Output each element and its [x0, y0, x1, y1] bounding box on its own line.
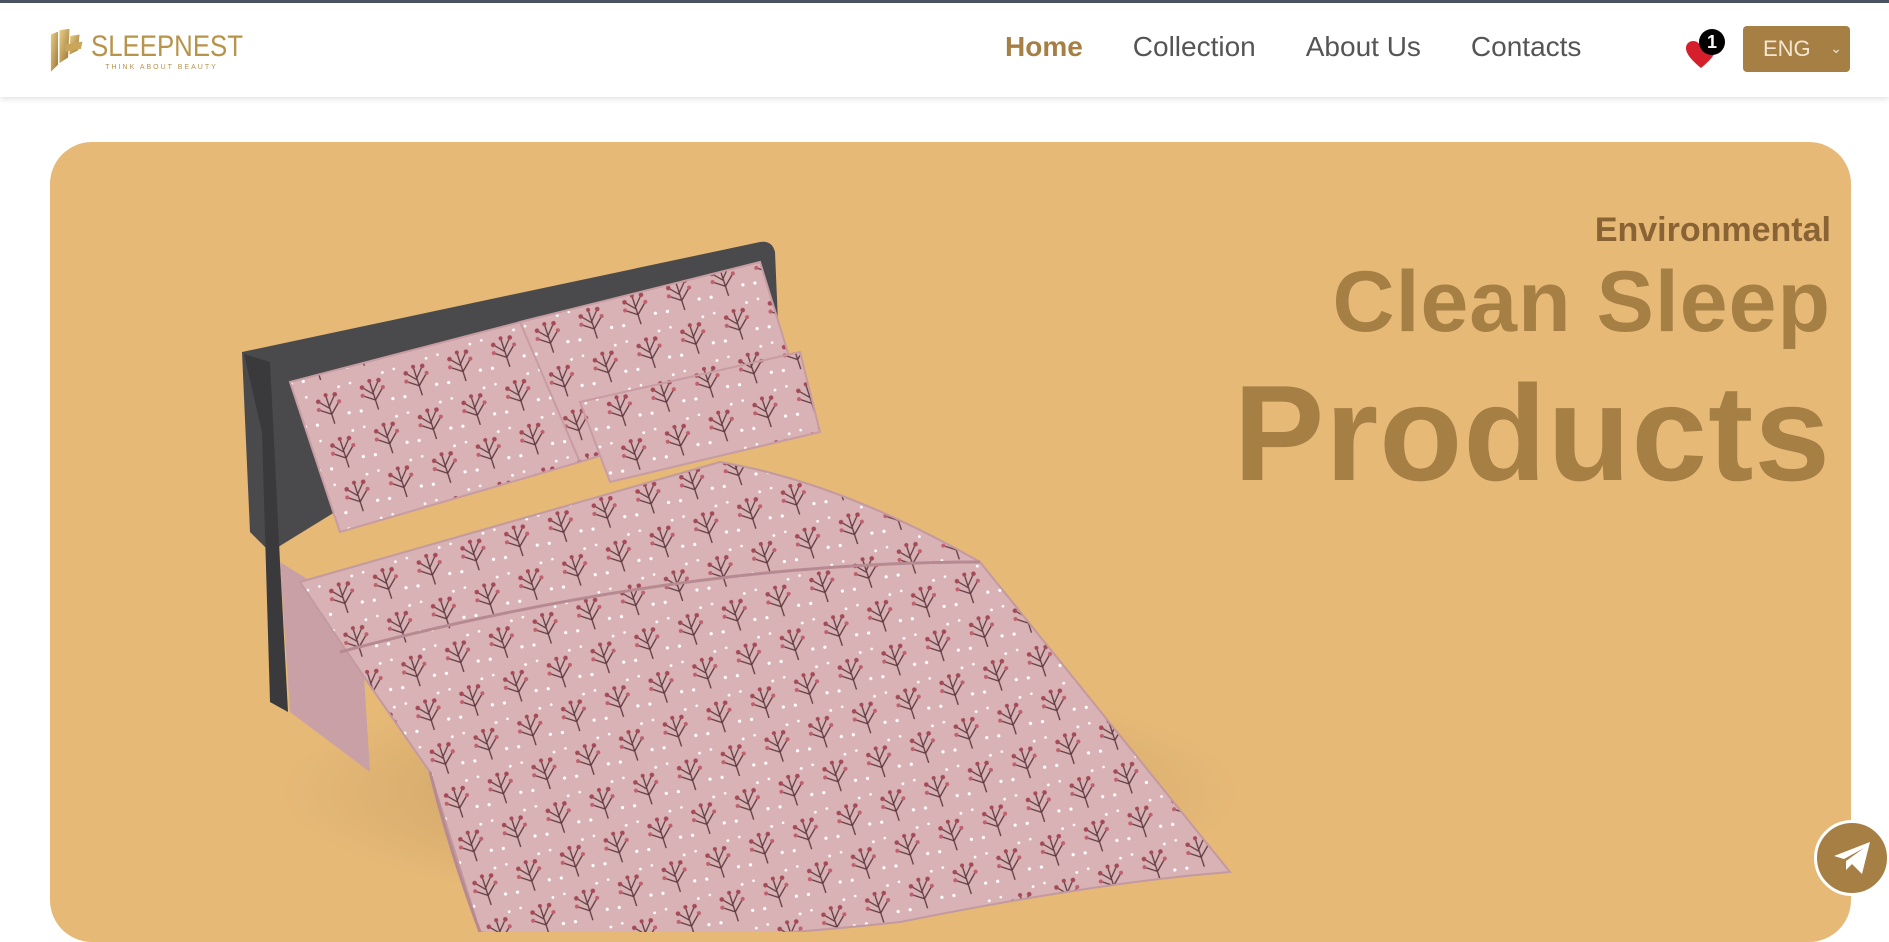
hero-banner: Environmental Clean Sleep Products: [50, 142, 1851, 942]
nav-collection[interactable]: Collection: [1133, 31, 1256, 63]
brand-name: SLEEPNEST: [91, 29, 244, 63]
hero-headline-group: Environmental Clean Sleep Products: [1234, 210, 1831, 508]
hero-title-line2: Products: [1233, 357, 1831, 509]
telegram-icon: [1834, 842, 1870, 874]
language-selected: ENG: [1763, 36, 1811, 61]
logo-text-group: SLEEPNEST THINK ABOUT BEAUTY: [91, 29, 268, 71]
site-header: SLEEPNEST THINK ABOUT BEAUTY Home Collec…: [0, 3, 1889, 97]
bed-product-image: [242, 241, 1240, 932]
brand-logo[interactable]: SLEEPNEST THINK ABOUT BEAUTY: [48, 19, 268, 83]
telegram-button[interactable]: [1814, 820, 1889, 896]
favorites-button[interactable]: 1: [1686, 29, 1730, 75]
nav-contacts[interactable]: Contacts: [1471, 31, 1582, 63]
main-nav: Home Collection About Us Contacts: [1005, 31, 1581, 63]
hero-eyebrow: Environmental: [1594, 211, 1831, 249]
nav-home[interactable]: Home: [1005, 31, 1083, 63]
hero-title-line1: Clean Sleep: [1332, 254, 1831, 350]
brand-tagline: THINK ABOUT BEAUTY: [105, 63, 218, 71]
language-select[interactable]: ENG ⌄: [1743, 26, 1850, 72]
chevron-down-icon: ⌄: [1830, 40, 1842, 56]
logo-emblem-icon: [50, 28, 83, 72]
favorites-count-badge: 1: [1699, 29, 1725, 55]
nav-about-us[interactable]: About Us: [1306, 31, 1421, 63]
